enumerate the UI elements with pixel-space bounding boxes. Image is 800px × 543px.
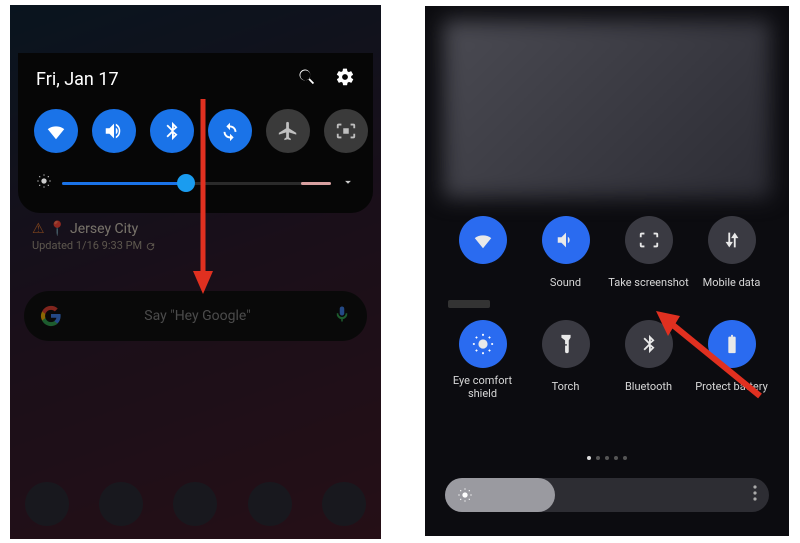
- weather-location: Jersey City: [70, 221, 138, 237]
- brightness-slider[interactable]: [445, 478, 769, 512]
- battery-icon: [721, 333, 743, 355]
- screenshot-icon: [638, 229, 660, 251]
- google-hint: Say "Hey Google": [62, 308, 333, 324]
- bluetooth-icon: [638, 333, 660, 355]
- google-search-bar[interactable]: Say "Hey Google": [24, 291, 367, 341]
- wifi-tile[interactable]: [34, 109, 78, 153]
- left-screenshot: ⚠ 📍 Jersey City Updated 1/16 9:33 PM Say…: [10, 5, 381, 539]
- mic-icon[interactable]: [333, 305, 351, 327]
- tiles-grid: Sound Take screenshot Mobile data Eye co…: [425, 216, 789, 400]
- google-logo-icon: [40, 305, 62, 327]
- location-pin-icon: 📍: [49, 221, 66, 237]
- protectbattery-tile[interactable]: Protect battery: [690, 320, 773, 400]
- dock-app[interactable]: [99, 482, 143, 526]
- wifi-icon: [472, 229, 494, 251]
- torch-icon: [555, 333, 577, 355]
- dock-app[interactable]: [322, 482, 366, 526]
- screenshot-tile[interactable]: Take screenshot: [607, 216, 690, 296]
- dock: [10, 475, 381, 533]
- tile-label: Bluetooth: [625, 374, 672, 400]
- tile-label: Take screenshot: [608, 270, 688, 296]
- quicksettings-panel[interactable]: Fri, Jan 17: [18, 53, 373, 213]
- tile-label: Eye comfort shield: [441, 374, 524, 400]
- refresh-icon: [145, 239, 156, 252]
- brightness-icon: [457, 487, 473, 503]
- autorotate-tile[interactable]: [208, 109, 252, 153]
- brightness-low-icon: [36, 173, 52, 193]
- eyecomfort-icon: [472, 333, 494, 355]
- torch-tile[interactable]: Torch: [524, 320, 607, 400]
- bluetooth-tile[interactable]: Bluetooth: [607, 320, 690, 400]
- media-panel-blurred: [443, 20, 771, 198]
- airplane-tile[interactable]: [266, 109, 310, 153]
- wifi-tile[interactable]: [441, 216, 524, 296]
- tile-label: Torch: [552, 374, 580, 400]
- wifi-ssid-redacted: [448, 300, 490, 308]
- search-icon[interactable]: [297, 67, 317, 91]
- dock-app[interactable]: [173, 482, 217, 526]
- bluetooth-tile[interactable]: [150, 109, 194, 153]
- more-icon[interactable]: [753, 485, 757, 505]
- warning-icon: ⚠: [32, 221, 45, 237]
- dock-app[interactable]: [25, 482, 69, 526]
- qs-date[interactable]: Fri, Jan 17: [36, 69, 119, 90]
- brightness-thumb[interactable]: [177, 174, 195, 192]
- screenrecord-tile[interactable]: [324, 109, 368, 153]
- weather-widget[interactable]: ⚠ 📍 Jersey City Updated 1/16 9:33 PM: [32, 221, 156, 252]
- right-screenshot: Sound Take screenshot Mobile data Eye co…: [425, 6, 789, 536]
- mobiledata-tile[interactable]: Mobile data: [690, 216, 773, 296]
- sound-tile[interactable]: Sound: [524, 216, 607, 296]
- tile-label: Mobile data: [703, 270, 761, 296]
- sound-icon: [555, 229, 577, 251]
- eyecomfort-tile[interactable]: Eye comfort shield: [441, 320, 524, 400]
- gear-icon[interactable]: [335, 67, 355, 91]
- expand-icon[interactable]: [341, 174, 355, 193]
- brightness-slider[interactable]: [62, 182, 331, 185]
- dock-app[interactable]: [248, 482, 292, 526]
- weather-updated: Updated 1/16 9:33 PM: [32, 239, 142, 252]
- sound-tile[interactable]: [92, 109, 136, 153]
- page-indicator[interactable]: [425, 456, 789, 460]
- mobiledata-icon: [721, 229, 743, 251]
- tile-label: Sound: [550, 270, 581, 296]
- tile-label: Protect battery: [695, 374, 768, 400]
